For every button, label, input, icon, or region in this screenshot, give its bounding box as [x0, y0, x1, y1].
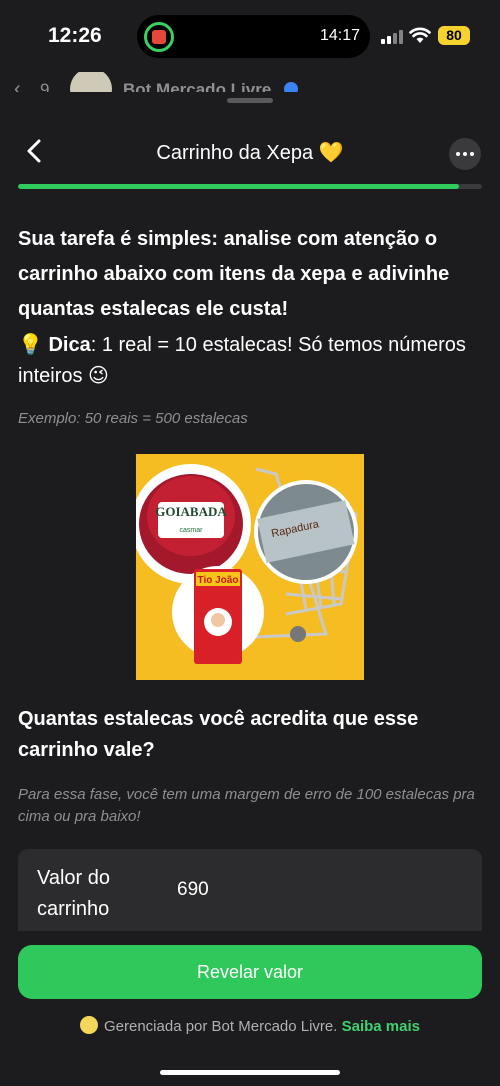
status-bar: 12:26 14:17 80	[0, 0, 500, 72]
battery-indicator: 80	[438, 26, 470, 45]
question-text: Quantas estalecas você acredita que esse…	[18, 708, 419, 761]
progress-fill	[18, 184, 459, 189]
mercado-livre-logo-icon	[79, 1016, 98, 1034]
live-activity-app-icon	[144, 22, 174, 52]
page-title: Carrinho da Xepa 💛	[156, 142, 344, 164]
rice-product: Tio João	[172, 566, 264, 664]
ellipsis-icon	[456, 152, 460, 156]
status-time: 12:26	[48, 24, 102, 47]
cellular-signal-icon	[381, 30, 405, 44]
cart-value-input[interactable]	[177, 879, 457, 901]
cart-value-field[interactable]: Valor do carrinho	[18, 849, 482, 931]
goiabada-brand: casmar	[180, 527, 204, 534]
task-intro: Sua tarefa é simples: analise com atençã…	[18, 228, 450, 320]
home-indicator[interactable]	[160, 1070, 340, 1075]
shopping-cart-image: GOIABADA casmar Rapadura Tio João	[136, 454, 364, 680]
mini-app-sheet: Carrinho da Xepa 💛 Sua tarefa é simples:…	[0, 92, 500, 1086]
dynamic-island[interactable]: 14:17	[137, 15, 370, 58]
more-options-button[interactable]	[449, 138, 481, 170]
lightbulb-icon: 💡	[18, 334, 43, 356]
reveal-value-button[interactable]: Revelar valor	[18, 945, 482, 999]
cart-value-label: Valor do carrinho	[37, 867, 111, 920]
example-text: Exemplo: 50 reais = 500 estalecas	[18, 410, 248, 427]
progress-bar	[18, 184, 482, 189]
tip-label: Dica	[48, 334, 91, 356]
rapadura-product: Rapadura	[254, 480, 358, 584]
rice-label: Tio João	[198, 575, 239, 586]
margin-note: Para essa fase, você tem uma margem de e…	[18, 786, 475, 825]
live-activity-time: 14:17	[319, 27, 360, 44]
tip: 💡 Dica: 1 real = 10 estalecas! Só temos …	[18, 330, 482, 392]
wifi-icon	[409, 27, 431, 43]
goiabada-label: GOIABADA	[155, 504, 227, 519]
footer-text: Gerenciada por Bot Mercado Livre.	[103, 1018, 338, 1035]
sheet-grabber[interactable]	[227, 98, 273, 103]
footer: Gerenciada por Bot Mercado Livre. Saiba …	[0, 1016, 500, 1035]
goiabada-product: GOIABADA casmar	[136, 464, 251, 584]
learn-more-link[interactable]: Saiba mais	[342, 1018, 420, 1035]
